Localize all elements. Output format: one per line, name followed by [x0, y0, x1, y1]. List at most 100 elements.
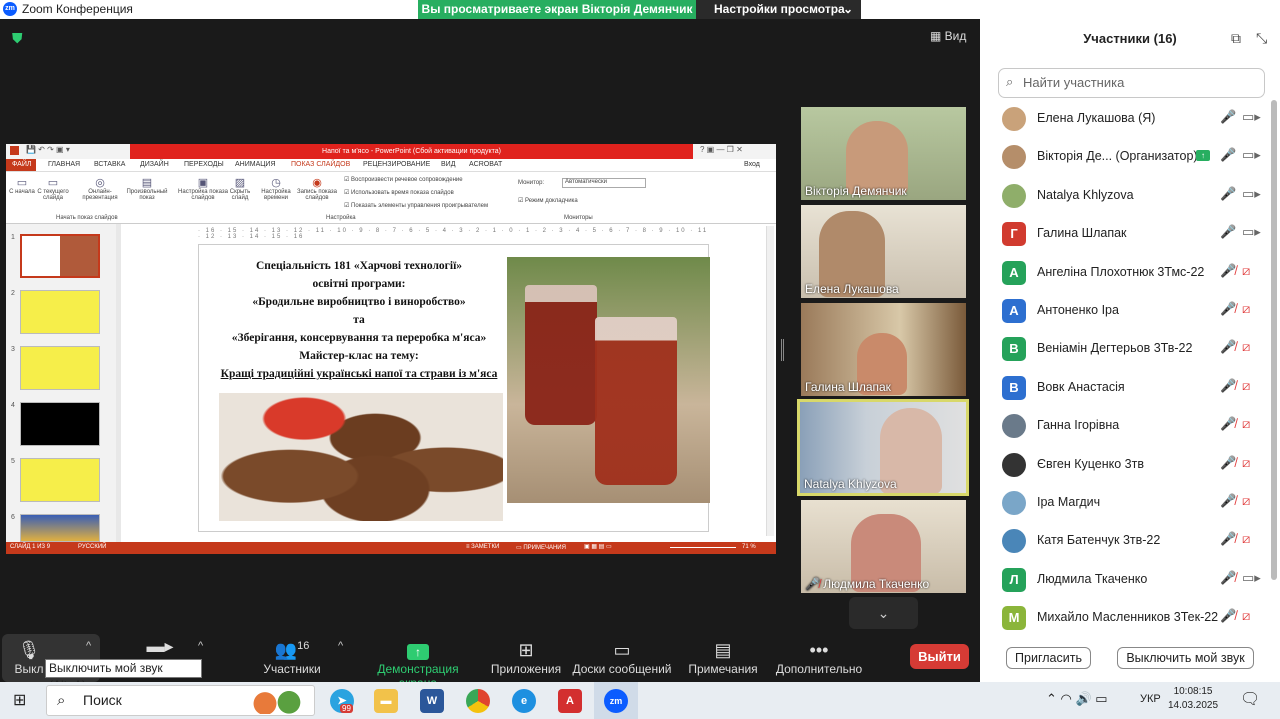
language-status[interactable]: РУССКИЙ	[78, 544, 106, 550]
timings-checkbox[interactable]: ☑ Использовать время показа слайдов	[344, 189, 454, 196]
participant-row[interactable]: Вікторія Де... (Организатор) ↑ 🎤 ▭▸	[980, 138, 1270, 176]
participant-row[interactable]: Євген Куценко 3тв 🎤̸ ⧄	[980, 446, 1270, 484]
slide-thumbnail-6[interactable]	[20, 514, 100, 542]
participant-row[interactable]: В Вовк Анастасія 🎤̸ ⧄	[980, 369, 1270, 407]
sign-in-link[interactable]: Вход	[744, 161, 760, 168]
slide-thumbnail-2[interactable]	[20, 290, 100, 334]
tab-review[interactable]: РЕЦЕНЗИРОВАНИЕ	[363, 161, 430, 168]
notifications-icon[interactable]: 🗨	[1240, 689, 1260, 709]
tab-insert[interactable]: ВСТАВКА	[94, 161, 125, 168]
view-button[interactable]: ▦ Вид	[930, 29, 966, 43]
custom-show-button[interactable]: ▤ Произвольный показ	[122, 176, 172, 201]
zoom-slider[interactable]	[670, 547, 736, 548]
gallery-next-button[interactable]: ⌄	[849, 597, 918, 629]
chrome-icon[interactable]	[466, 689, 490, 713]
participants-button[interactable]: 👥16 Участники	[258, 640, 326, 676]
participant-row[interactable]: А Ангеліна Плохотнюк 3Тмс-22 🎤̸ ⧄	[980, 254, 1270, 292]
more-button[interactable]: ••• Дополнительно	[775, 640, 863, 676]
security-shield-icon[interactable]: ⛊	[12, 30, 26, 46]
popout-icon[interactable]: ⧉	[1231, 30, 1241, 47]
view-options-dropdown[interactable]: Настройки просмотра ⌄	[696, 0, 861, 19]
tab-animation[interactable]: АНИМАЦИЯ	[235, 161, 276, 168]
tab-home[interactable]: ГЛАВНАЯ	[48, 161, 80, 168]
notes-button[interactable]: ▤ Примечания	[688, 640, 758, 676]
monitor-select[interactable]: Автоматически	[562, 178, 646, 188]
zoom-level[interactable]: 71 %	[742, 544, 756, 550]
participant-row[interactable]: Natalya Khlyzova 🎤 ▭▸	[980, 177, 1270, 215]
participant-row[interactable]: М Михайло Масленников 3Тек-22 🎤̸ ⧄	[980, 599, 1270, 637]
video-tile-active-speaker[interactable]: Natalya Khlyzova	[797, 399, 969, 496]
tab-slideshow[interactable]: ПОКАЗ СЛАЙДОВ	[291, 161, 350, 168]
participant-row[interactable]: Іра Магдич 🎤̸ ⧄	[980, 484, 1270, 522]
video-tile[interactable]: Вікторія Демянчик	[801, 107, 966, 200]
participant-row[interactable]: Катя Батенчук 3тв-22 🎤̸ ⧄	[980, 522, 1270, 560]
video-tile[interactable]: 🎤̸ Людмила Ткаченко	[801, 500, 966, 593]
narration-checkbox[interactable]: ☑ Воспроизвести речевое сопровождение	[344, 176, 463, 183]
participant-search-input[interactable]: ⌕ Найти участника	[998, 68, 1265, 98]
split-handle[interactable]	[781, 339, 784, 361]
slide-thumbnail-4[interactable]	[20, 402, 100, 446]
windows-start-icon[interactable]: ⊞	[13, 690, 26, 710]
more-dots-icon: •••	[809, 640, 829, 660]
setup-show-button[interactable]: ▣ Настройка показа слайдов	[178, 176, 228, 201]
video-button[interactable]: ▬▸	[145, 636, 175, 658]
from-beginning-button[interactable]: ▭ С начала	[9, 176, 35, 195]
taskbar-clock[interactable]: 10:08:15 14.03.2025	[1168, 685, 1218, 713]
horizontal-ruler: · 16 · 15 · 14 · 13 · 12 · 11 · 10 · 9 ·…	[198, 228, 709, 240]
ppt-window-controls[interactable]: ? ▣ — ❐ ✕	[700, 145, 743, 154]
keyboard-language[interactable]: УКР	[1140, 693, 1161, 705]
video-tile[interactable]: Галина Шлапак	[801, 303, 966, 396]
video-off-icon: ⧄	[1242, 454, 1251, 470]
record-show-button[interactable]: ◉ Запись показа слайдов	[294, 176, 340, 201]
participant-row[interactable]: Елена Лукашова (Я) 🎤 ▭▸	[980, 100, 1270, 138]
participant-row[interactable]: Л Людмила Ткаченко 🎤̸ ▭▸	[980, 561, 1270, 599]
media-controls-checkbox[interactable]: ☑ Показать элементы управления проигрыва…	[344, 202, 488, 209]
slide-line: «Бродильне виробництво і виноробство»	[252, 296, 466, 308]
participant-row[interactable]: В Веніамін Дегтерьов 3Тв-22 🎤̸ ⧄	[980, 330, 1270, 368]
slide-thumbnail-1[interactable]	[20, 234, 100, 278]
taskbar-search[interactable]: ⌕ Поиск	[46, 685, 315, 716]
file-explorer-icon[interactable]: ▬	[374, 689, 398, 713]
tab-view[interactable]: ВИД	[441, 161, 455, 168]
online-presentation-button[interactable]: ◎ Онлайн-презентация	[78, 176, 122, 201]
invite-button[interactable]: Пригласить	[1006, 647, 1091, 669]
slide-scrollbar[interactable]	[766, 226, 774, 536]
hide-slide-button[interactable]: ▨ Скрыть слайд	[228, 176, 252, 201]
muted-mic-icon: 🎤̸	[1220, 301, 1237, 316]
edge-icon[interactable]: e	[512, 689, 536, 713]
whiteboards-button[interactable]: ▭ Доски сообщений	[572, 640, 672, 676]
ppt-logo-icon	[10, 146, 19, 155]
participant-row[interactable]: Ганна Ігорівна 🎤̸ ⧄	[980, 407, 1270, 445]
tray-icons[interactable]: ⌃ ◠ 🔊 ▭	[1046, 691, 1108, 707]
current-slide[interactable]: Спеціальність 181 «Харчові технології» о…	[198, 244, 710, 532]
comments-button[interactable]: ▭ ПРИМЕЧАНИЯ	[516, 544, 566, 551]
zoom-taskbar-icon[interactable]: zm	[604, 689, 628, 713]
video-options-chevron-icon[interactable]: ^	[198, 640, 203, 652]
tab-transitions[interactable]: ПЕРЕХОДЫ	[184, 161, 224, 168]
tab-acrobat[interactable]: ACROBAT	[469, 161, 502, 168]
quick-access-icons[interactable]: 💾 ↶ ↷ ▣ ▾	[26, 145, 70, 154]
view-mode-icons[interactable]: ▣ ▦ ▤ ▭	[584, 543, 612, 550]
panel-scrollbar[interactable]	[1271, 100, 1277, 580]
collapse-icon[interactable]: ⤡	[1256, 30, 1267, 47]
audio-options-chevron-icon[interactable]: ^	[86, 640, 91, 652]
apps-button[interactable]: ⊞ Приложения	[490, 640, 562, 676]
participant-row[interactable]: Г Галина Шлапак 🎤 ▭▸	[980, 215, 1270, 253]
video-tile[interactable]: Елена Лукашова	[801, 205, 966, 298]
slide-thumbnail-3[interactable]	[20, 346, 100, 390]
leave-button[interactable]: Выйти	[910, 644, 969, 669]
slide-thumbnail-5[interactable]	[20, 458, 100, 502]
participants-options-chevron-icon[interactable]: ^	[338, 640, 343, 652]
notes-button[interactable]: ≡ ЗАМЕТКИ	[466, 544, 499, 550]
presenter-view-checkbox[interactable]: ☑ Режим докладчика	[518, 197, 578, 204]
rehearse-timings-button[interactable]: ◷ Настройка времени	[258, 176, 294, 201]
mute-button[interactable]: 🎙 Выкл	[9, 640, 49, 676]
mute-me-button[interactable]: Выключить мой звук	[1117, 647, 1254, 669]
tab-design[interactable]: ДИЗАЙН	[140, 161, 169, 168]
participant-row[interactable]: А Антоненко Іра 🎤̸ ⧄	[980, 292, 1270, 330]
tab-file[interactable]: ФАЙЛ	[6, 159, 36, 171]
from-current-button[interactable]: ▭ С текущего слайда	[34, 176, 72, 201]
slide-counter: СЛАЙД 1 ИЗ 9	[10, 544, 51, 550]
acrobat-icon[interactable]: A	[558, 689, 582, 713]
word-icon[interactable]: W	[420, 689, 444, 713]
